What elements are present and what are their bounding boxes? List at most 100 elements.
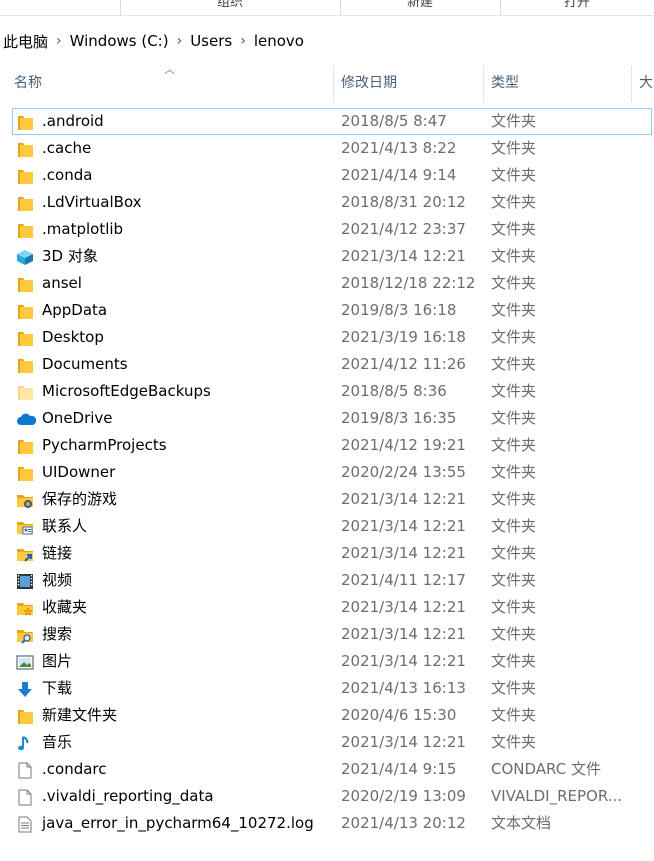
file-row[interactable]: .android 2018/8/5 8:47 文件夹 (12, 108, 652, 135)
breadcrumb-users[interactable]: Users (187, 32, 235, 50)
column-divider[interactable] (483, 66, 484, 102)
file-name: .conda (42, 166, 93, 184)
file-modified-date: 2019/8/3 16:35 (341, 409, 457, 427)
folder-icon (16, 707, 34, 724)
folder-icon (16, 437, 34, 454)
file-row[interactable]: java_error_in_pycharm64_10272.log 2021/4/… (0, 810, 654, 837)
file-type: 文件夹 (491, 490, 537, 508)
file-name: 搜索 (42, 625, 73, 643)
folder-icon (16, 221, 34, 238)
file-type: 文件夹 (491, 706, 537, 724)
file-row[interactable]: OneDrive 2019/8/3 16:35 文件夹 (0, 405, 654, 432)
file-row[interactable]: .matplotlib 2021/4/12 23:37 文件夹 (0, 216, 654, 243)
file-modified-date: 2018/8/5 8:47 (341, 112, 447, 130)
file-list: .android 2018/8/5 8:47 文件夹 .cache 2021/4/13… (0, 108, 654, 837)
file-name: Documents (42, 355, 128, 373)
file-row[interactable]: 保存的游戏 2021/3/14 12:21 文件夹 (0, 486, 654, 513)
file-row[interactable]: 下载 2021/4/13 16:13 文件夹 (0, 675, 654, 702)
file-name: ansel (42, 274, 82, 292)
breadcrumb: 此电脑 › Windows (C:) › Users › lenovo (0, 24, 654, 58)
file-row[interactable]: UIDowner 2020/2/24 13:55 文件夹 (0, 459, 654, 486)
file-modified-date: 2021/4/14 9:15 (341, 760, 457, 778)
file-type: 文件夹 (491, 328, 537, 346)
breadcrumb-this-pc[interactable]: 此电脑 (0, 31, 51, 52)
column-header-name[interactable]: 名称 (14, 62, 42, 104)
file-type: 文件夹 (491, 679, 537, 697)
file-name: AppData (42, 301, 108, 319)
favorites-icon (16, 599, 34, 616)
file-row[interactable]: .condarc 2021/4/14 9:15 CONDARC 文件 (0, 756, 654, 783)
file-type: 文件夹 (491, 139, 537, 157)
file-row[interactable]: PycharmProjects 2021/4/12 19:21 文件夹 (0, 432, 654, 459)
file-type: 文件夹 (491, 598, 537, 616)
file-row[interactable]: 新建文件夹 2020/4/6 15:30 文件夹 (0, 702, 654, 729)
file-row[interactable]: 图片 2021/3/14 12:21 文件夹 (0, 648, 654, 675)
file-name: OneDrive (42, 409, 113, 427)
file-row[interactable]: .cache 2021/4/13 8:22 文件夹 (0, 135, 654, 162)
file-type: VIVALDI_REPOR... (491, 787, 623, 805)
file-row[interactable]: .vivaldi_reporting_data 2020/2/19 13:09 VI… (0, 783, 654, 810)
file-row[interactable]: MicrosoftEdgeBackups 2018/8/5 8:36 文件夹 (0, 378, 654, 405)
ribbon-group-organize[interactable]: 组织 (120, 0, 340, 14)
file-type: 文件夹 (491, 220, 537, 238)
file-row[interactable]: AppData 2019/8/3 16:18 文件夹 (0, 297, 654, 324)
file-type: CONDARC 文件 (491, 760, 601, 778)
column-header-date[interactable]: 修改日期 (341, 62, 397, 104)
file-modified-date: 2020/2/24 13:55 (341, 463, 466, 481)
file-modified-date: 2019/8/3 16:18 (341, 301, 457, 319)
file-type: 文件夹 (491, 409, 537, 427)
file-modified-date: 2021/4/11 12:17 (341, 571, 466, 589)
file-modified-date: 2021/3/14 12:21 (341, 598, 466, 616)
file-row[interactable]: Documents 2021/4/12 11:26 文件夹 (0, 351, 654, 378)
file-row[interactable]: 视频 2021/4/11 12:17 文件夹 (0, 567, 654, 594)
folder-icon (16, 167, 34, 184)
file-type: 文件夹 (491, 544, 537, 562)
onedrive-cloud-icon (16, 410, 37, 427)
links-icon (16, 545, 34, 562)
file-row[interactable]: Desktop 2021/3/19 16:18 文件夹 (0, 324, 654, 351)
downloads-icon (16, 680, 34, 697)
file-type: 文件夹 (491, 274, 537, 292)
folder-icon (16, 275, 34, 292)
file-row[interactable]: 音乐 2021/3/14 12:21 文件夹 (0, 729, 654, 756)
file-type: 文件夹 (491, 652, 537, 670)
file-row[interactable]: .conda 2021/4/14 9:14 文件夹 (0, 162, 654, 189)
file-row[interactable]: 收藏夹 2021/3/14 12:21 文件夹 (0, 594, 654, 621)
file-modified-date: 2021/3/14 12:21 (341, 625, 466, 643)
ribbon-group-open[interactable]: 打开 (500, 0, 654, 14)
file-name: 保存的游戏 (42, 490, 118, 508)
file-row[interactable]: 搜索 2021/3/14 12:21 文件夹 (0, 621, 654, 648)
videos-icon (16, 572, 34, 589)
file-name: 下载 (42, 679, 73, 697)
breadcrumb-windows-c[interactable]: Windows (C:) (67, 32, 172, 50)
file-row[interactable]: .LdVirtualBox 2018/8/31 20:12 文件夹 (0, 189, 654, 216)
file-name: 图片 (42, 652, 73, 670)
file-row[interactable]: ansel 2018/12/18 22:12 文件夹 (0, 270, 654, 297)
ribbon: 组织 新建 打开 (0, 0, 654, 16)
pictures-icon (16, 653, 34, 670)
column-divider[interactable] (333, 66, 334, 102)
column-divider[interactable] (631, 66, 632, 102)
file-name: .LdVirtualBox (42, 193, 142, 211)
file-name: 3D 对象 (42, 247, 98, 265)
file-name: .matplotlib (42, 220, 124, 238)
file-row[interactable]: 3D 对象 2021/3/14 12:21 文件夹 (0, 243, 654, 270)
music-icon (16, 734, 34, 751)
file-row[interactable]: 联系人 2021/3/14 12:21 文件夹 (0, 513, 654, 540)
file-name: .vivaldi_reporting_data (42, 787, 214, 805)
file-icon (16, 788, 34, 806)
file-name: 音乐 (42, 733, 73, 751)
file-type: 文件夹 (491, 625, 537, 643)
column-header-type[interactable]: 类型 (491, 62, 519, 104)
file-row[interactable]: 链接 2021/3/14 12:21 文件夹 (0, 540, 654, 567)
file-name: .android (42, 112, 104, 130)
breadcrumb-lenovo[interactable]: lenovo (251, 32, 307, 50)
sort-ascending-icon: ︿ (164, 63, 175, 76)
chevron-right-icon[interactable]: › (51, 33, 67, 49)
chevron-right-icon[interactable]: › (235, 33, 251, 49)
chevron-right-icon[interactable]: › (172, 33, 188, 49)
column-header-size[interactable]: 大 (639, 62, 653, 104)
file-modified-date: 2021/4/12 23:37 (341, 220, 466, 238)
ribbon-group-new[interactable]: 新建 (340, 0, 500, 14)
contacts-icon (16, 518, 34, 535)
